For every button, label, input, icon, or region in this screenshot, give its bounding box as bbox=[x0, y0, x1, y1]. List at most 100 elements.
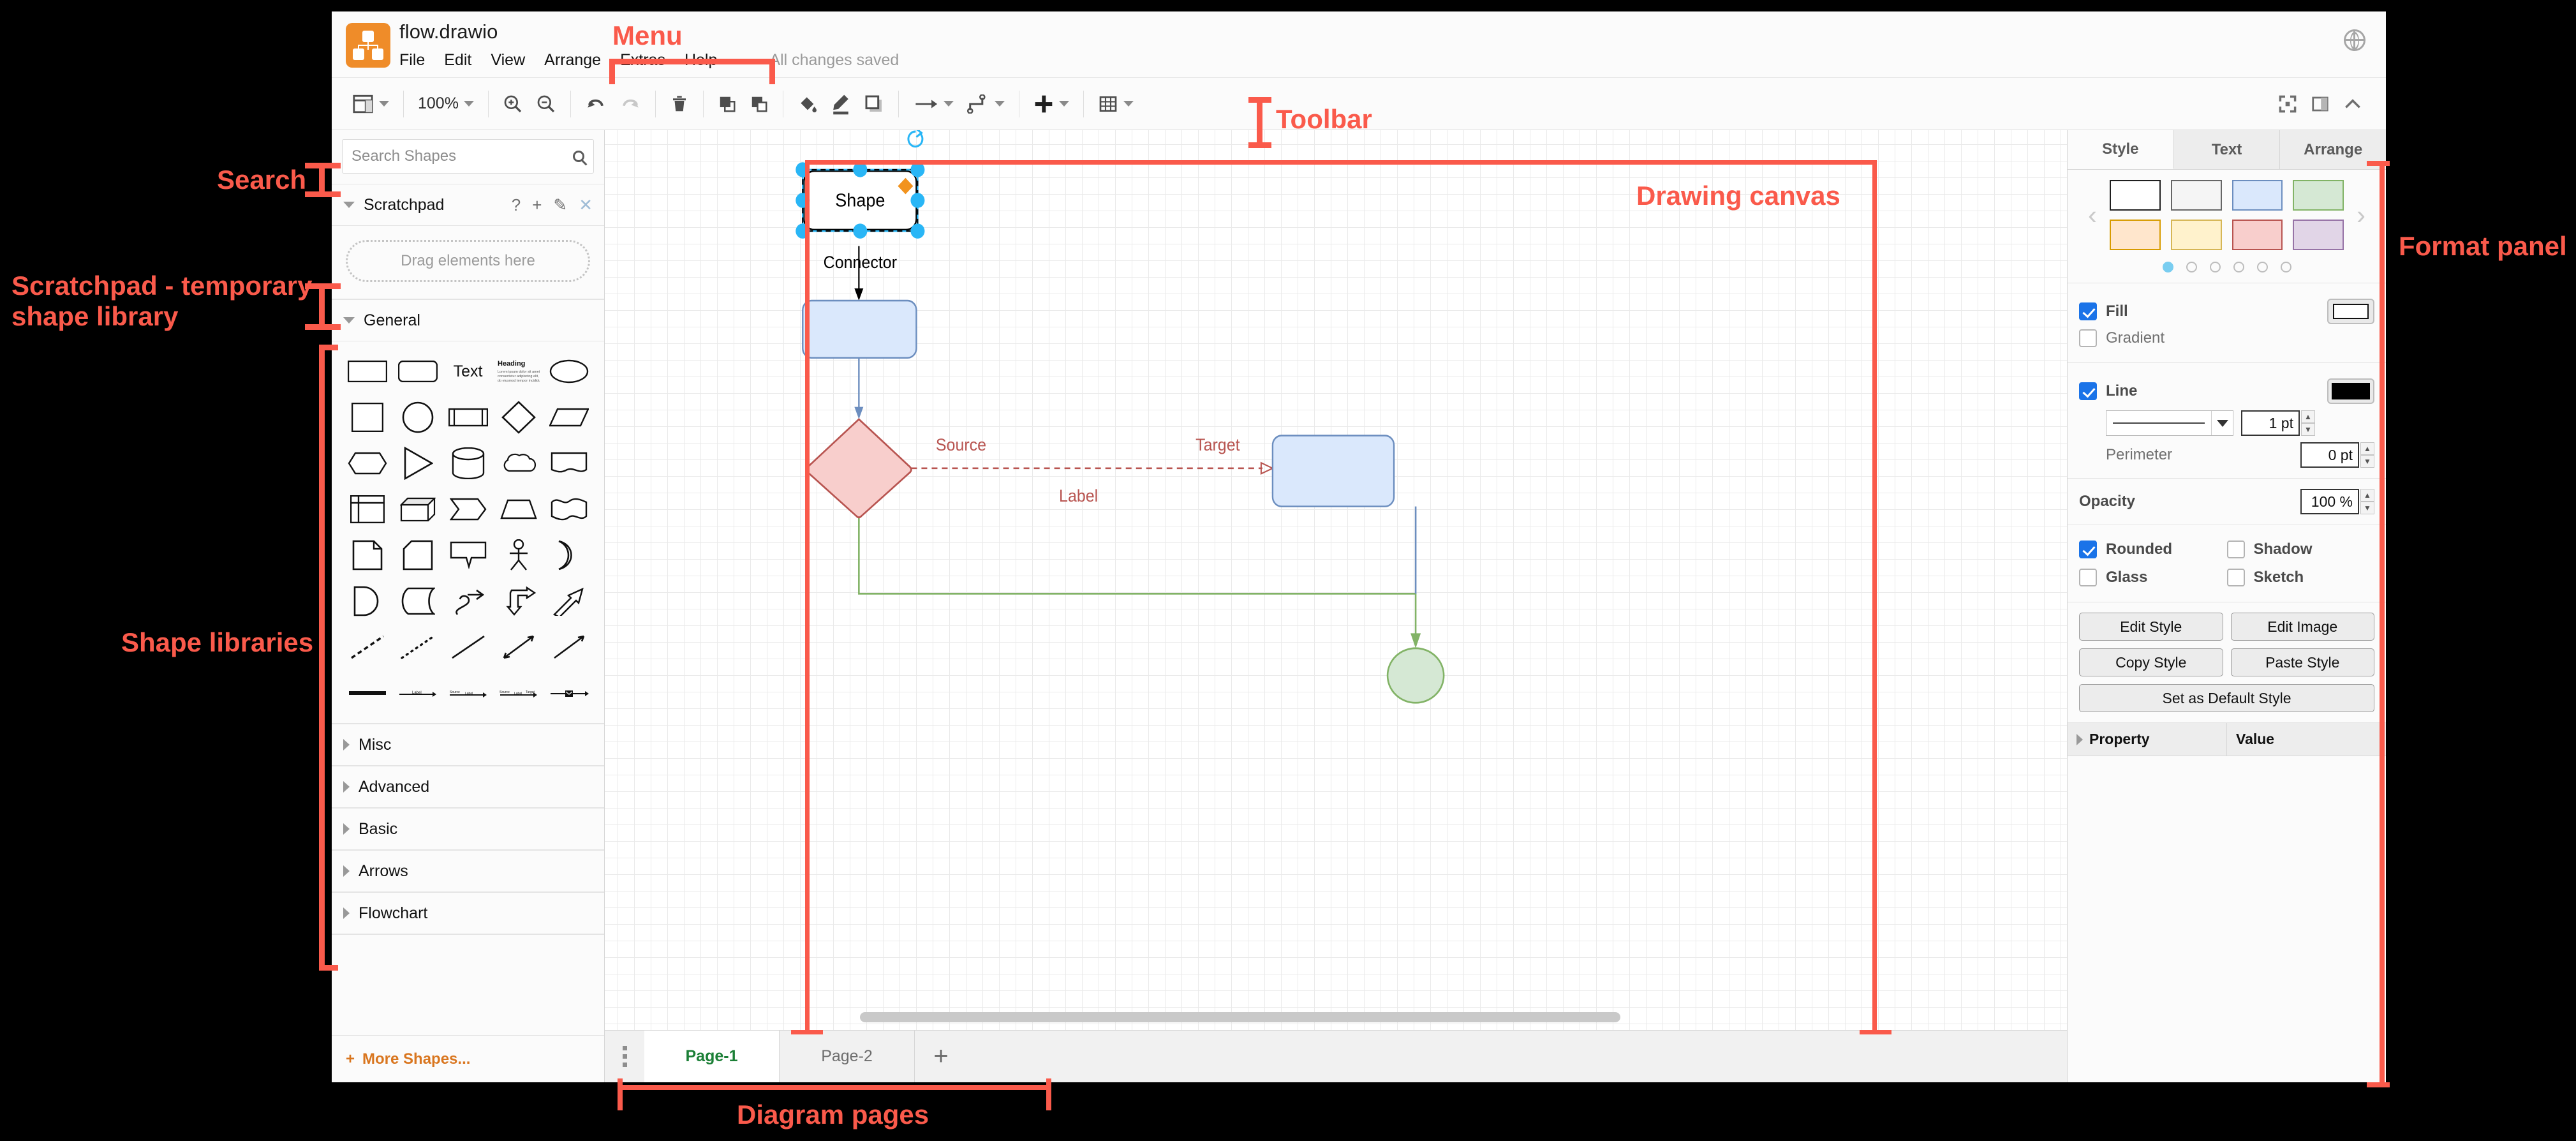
chevron-right-icon[interactable]: › bbox=[2348, 202, 2374, 228]
menu-item-file[interactable]: File bbox=[399, 50, 434, 71]
style-swatch-2[interactable] bbox=[2170, 180, 2222, 211]
shape-square[interactable] bbox=[342, 396, 392, 438]
line-color-icon[interactable] bbox=[824, 86, 857, 122]
copy-style-button[interactable]: Copy Style bbox=[2079, 648, 2223, 676]
toggle-format-panel-icon[interactable] bbox=[2304, 86, 2336, 122]
fill-color-icon[interactable] bbox=[791, 86, 824, 122]
shape-internal-storage[interactable] bbox=[342, 488, 392, 530]
shape-note[interactable] bbox=[342, 534, 392, 576]
page-tab-page-2[interactable]: Page-2 bbox=[780, 1031, 915, 1082]
perimeter-input[interactable]: 0 pt bbox=[2300, 442, 2359, 468]
menu-item-edit[interactable]: Edit bbox=[444, 50, 480, 71]
shape-cube[interactable] bbox=[392, 488, 443, 530]
shape-data-storage[interactable] bbox=[392, 580, 443, 622]
glass-checkbox[interactable] bbox=[2079, 569, 2097, 586]
table-grid-icon[interactable] bbox=[1092, 86, 1140, 122]
shape-step[interactable] bbox=[443, 488, 493, 530]
line-color-button[interactable] bbox=[2327, 378, 2374, 404]
zoom-in-icon[interactable] bbox=[496, 86, 529, 122]
swatch-page-dot-3[interactable] bbox=[2209, 262, 2221, 272]
shape-edge-with-icon[interactable] bbox=[544, 672, 594, 714]
line-checkbox[interactable] bbox=[2079, 382, 2097, 400]
shape-textbox-heading[interactable]: Heading Lorem ipsum dolor sit amet, consec… bbox=[493, 350, 544, 392]
drawing-canvas[interactable]: Shape Connector Source Target Label bbox=[605, 130, 2067, 1030]
zoom-out-icon[interactable] bbox=[529, 86, 563, 122]
style-swatch-4[interactable] bbox=[2293, 180, 2344, 211]
undo-icon[interactable] bbox=[579, 86, 613, 122]
opacity-stepper[interactable]: ▲ ▼ bbox=[2360, 489, 2374, 514]
line-width-stepper[interactable]: ▲ ▼ bbox=[2301, 410, 2315, 436]
shape-link-3-labels[interactable]: Source Label Target bbox=[493, 672, 544, 714]
shape-diamond[interactable] bbox=[493, 396, 544, 438]
sidebar-item-arrows[interactable]: Arrows bbox=[332, 850, 604, 892]
shape-text[interactable]: Text bbox=[443, 350, 493, 392]
style-swatch-8[interactable] bbox=[2293, 220, 2344, 250]
shape-dashed-line[interactable] bbox=[342, 626, 392, 668]
style-swatch-5[interactable] bbox=[2110, 220, 2161, 250]
style-swatch-1[interactable] bbox=[2110, 180, 2161, 211]
shape-directional-arrow[interactable] bbox=[544, 626, 594, 668]
redo-icon[interactable] bbox=[613, 86, 648, 122]
shape-dotted-line[interactable] bbox=[392, 626, 443, 668]
shape-bidirectional-arrow[interactable] bbox=[493, 580, 544, 622]
chevron-right-icon[interactable] bbox=[2076, 733, 2083, 745]
menu-item-view[interactable]: View bbox=[491, 50, 534, 71]
shape-actor[interactable] bbox=[493, 534, 544, 576]
sidebar-section-general[interactable]: General bbox=[332, 299, 604, 341]
shape-cylinder[interactable] bbox=[443, 442, 493, 484]
page-menu-icon[interactable] bbox=[605, 1031, 644, 1082]
sidebar-item-misc[interactable]: Misc bbox=[332, 724, 604, 766]
shape-bidirectional-simple-arrow[interactable] bbox=[493, 626, 544, 668]
swatch-page-dot-6[interactable] bbox=[2280, 262, 2291, 272]
swatch-page-dot-4[interactable] bbox=[2233, 262, 2244, 272]
collapse-chevron-icon[interactable] bbox=[2336, 86, 2369, 122]
shadow-icon[interactable] bbox=[857, 86, 891, 122]
shape-card[interactable] bbox=[392, 534, 443, 576]
shape-process[interactable] bbox=[443, 396, 493, 438]
shape-cloud[interactable] bbox=[493, 442, 544, 484]
sidebar-item-advanced[interactable]: Advanced bbox=[332, 766, 604, 808]
edit-style-button[interactable]: Edit Style bbox=[2079, 613, 2223, 641]
shadow-checkbox[interactable] bbox=[2226, 541, 2245, 558]
tab-text[interactable]: Text bbox=[2173, 130, 2281, 169]
shape-curved-arrow[interactable] bbox=[443, 580, 493, 622]
shape-triangle[interactable] bbox=[392, 442, 443, 484]
shape-or[interactable] bbox=[544, 534, 594, 576]
fill-checkbox[interactable] bbox=[2079, 302, 2097, 320]
swatch-page-dot-1[interactable] bbox=[2162, 262, 2173, 272]
sidebar-section-scratchpad[interactable]: Scratchpad ? + ✎ ✕ bbox=[332, 184, 604, 226]
shape-thick-line[interactable] bbox=[342, 672, 392, 714]
page-tab-page-1[interactable]: Page-1 bbox=[644, 1031, 780, 1082]
sidebar-item-flowchart[interactable]: Flowchart bbox=[332, 892, 604, 934]
rounded-checkbox[interactable] bbox=[2079, 541, 2097, 558]
trash-icon[interactable] bbox=[663, 86, 695, 122]
help-question-icon[interactable]: ? bbox=[512, 195, 521, 215]
scratchpad-dropzone[interactable]: Drag elements here bbox=[346, 240, 590, 282]
shape-rectangle[interactable] bbox=[342, 350, 392, 392]
line-width-input[interactable]: 1 pt bbox=[2241, 410, 2300, 436]
pencil-icon[interactable]: ✎ bbox=[553, 195, 567, 215]
bring-to-front-icon[interactable] bbox=[711, 86, 743, 122]
shape-arrow[interactable] bbox=[544, 580, 594, 622]
edit-image-button[interactable]: Edit Image bbox=[2230, 613, 2374, 641]
style-swatch-3[interactable] bbox=[2232, 180, 2283, 211]
set-as-default-style-button[interactable]: Set as Default Style bbox=[2079, 684, 2374, 712]
gradient-checkbox[interactable] bbox=[2079, 329, 2097, 347]
chevron-left-icon[interactable]: ‹ bbox=[2079, 202, 2106, 228]
zoom-level-button[interactable]: 100% bbox=[411, 86, 480, 122]
search-icon[interactable] bbox=[573, 151, 584, 162]
sketch-checkbox[interactable] bbox=[2226, 569, 2245, 586]
shape-callout[interactable] bbox=[443, 534, 493, 576]
shape-line[interactable] bbox=[443, 626, 493, 668]
opacity-input[interactable]: 100 % bbox=[2300, 489, 2359, 514]
shape-hexagon[interactable] bbox=[342, 442, 392, 484]
shape-ellipse[interactable] bbox=[544, 350, 594, 392]
send-to-back-icon[interactable] bbox=[743, 86, 775, 122]
waypoints-icon[interactable] bbox=[960, 86, 1011, 122]
swatch-page-dot-2[interactable] bbox=[2186, 262, 2197, 272]
search-input[interactable]: Search Shapes bbox=[342, 139, 594, 174]
style-swatch-7[interactable] bbox=[2232, 220, 2283, 250]
shape-trapezoid[interactable] bbox=[493, 488, 544, 530]
shape-tape[interactable] bbox=[544, 488, 594, 530]
swatch-page-dot-5[interactable] bbox=[2256, 262, 2268, 272]
